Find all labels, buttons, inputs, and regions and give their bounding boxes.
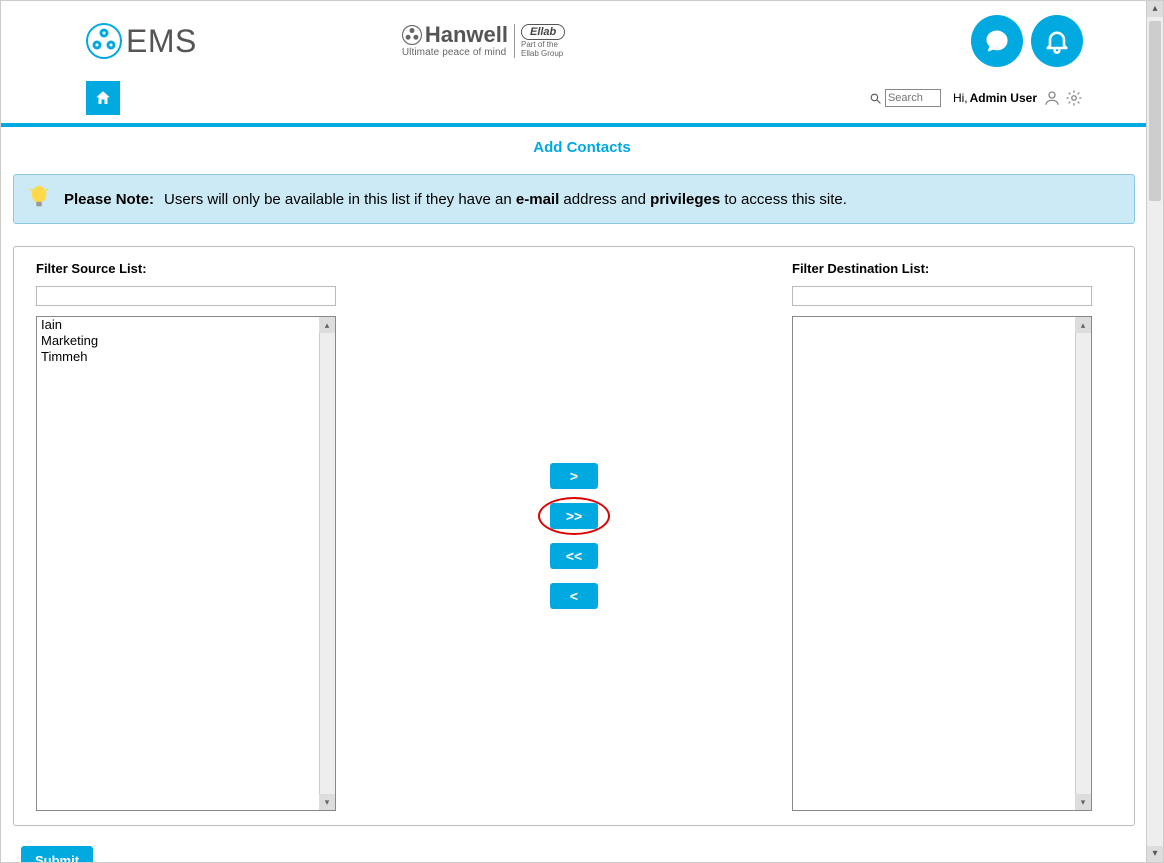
list-item[interactable]: Timmeh (37, 349, 335, 365)
search-icon (869, 92, 882, 105)
greeting-text: Hi, (953, 91, 968, 105)
note-label: Please Note: (64, 191, 154, 208)
user-icon[interactable] (1043, 89, 1061, 107)
chat-button[interactable] (971, 15, 1023, 67)
add-all-button[interactable]: >> (550, 503, 598, 529)
source-filter-label: Filter Source List: (36, 261, 356, 276)
hanwell-tagline: Ultimate peace of mind (402, 47, 508, 58)
username-text: Admin User (970, 91, 1037, 105)
listbox-scroll-track[interactable] (1075, 317, 1091, 810)
listbox-scroll-up[interactable]: ▴ (319, 317, 335, 333)
notifications-button[interactable] (1031, 15, 1083, 67)
page-scroll-up[interactable]: ▴ (1147, 1, 1163, 17)
note-bar: Please Note: Users will only be availabl… (13, 174, 1135, 224)
ems-logo-text: EMS (126, 23, 197, 60)
ems-dots-icon (86, 23, 122, 59)
submit-button[interactable]: Submit (21, 846, 93, 863)
listbox-scroll-down[interactable]: ▾ (1075, 794, 1091, 810)
page-scroll-down[interactable]: ▾ (1147, 846, 1163, 862)
ellab-sub1: Part of the (521, 41, 558, 49)
listbox-scroll-up[interactable]: ▴ (1075, 317, 1091, 333)
add-one-button[interactable]: > (550, 463, 598, 489)
remove-one-button[interactable]: < (550, 583, 598, 609)
page-scroll-thumb[interactable] (1149, 21, 1161, 201)
listbox-scroll-track[interactable] (319, 317, 335, 810)
destination-filter-label: Filter Destination List: (792, 261, 1112, 276)
destination-listbox[interactable]: ▴ ▾ (792, 316, 1092, 811)
home-icon (94, 89, 112, 107)
source-filter-input[interactable] (36, 286, 336, 306)
hanwell-name-text: Hanwell (425, 24, 508, 46)
hanwell-logo: Hanwell Ultimate peace of mind Ellab Par… (402, 24, 565, 58)
home-button[interactable] (86, 81, 120, 115)
list-item[interactable]: Iain (37, 317, 335, 333)
source-listbox[interactable]: IainMarketingTimmeh ▴ ▾ (36, 316, 336, 811)
listbox-scroll-down[interactable]: ▾ (319, 794, 335, 810)
gear-icon[interactable] (1065, 89, 1083, 107)
chat-icon (983, 27, 1011, 55)
dual-list-panel: Filter Source List: IainMarketingTimmeh … (13, 246, 1135, 826)
lightbulb-icon (28, 185, 50, 213)
hanwell-dots-icon (402, 25, 422, 45)
ellab-sub2: Ellab Group (521, 50, 563, 58)
ellab-name: Ellab (521, 24, 565, 40)
remove-all-button[interactable]: << (550, 543, 598, 569)
page-title: Add Contacts (1, 127, 1163, 174)
destination-filter-input[interactable] (792, 286, 1092, 306)
search-input[interactable] (885, 89, 941, 107)
bell-icon (1043, 27, 1071, 55)
ems-logo: EMS (86, 23, 197, 60)
note-text: Users will only be available in this lis… (164, 191, 847, 208)
list-item[interactable]: Marketing (37, 333, 335, 349)
